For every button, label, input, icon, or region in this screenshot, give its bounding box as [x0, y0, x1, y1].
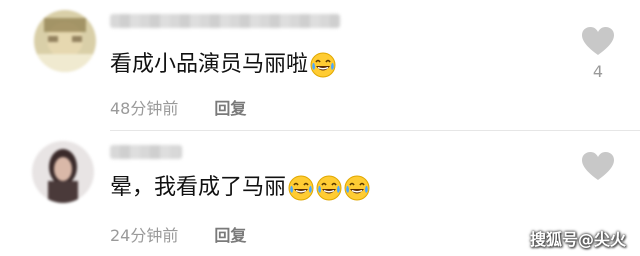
avatar[interactable]	[32, 141, 94, 203]
comment-body: 晕，我看成了马丽	[110, 175, 287, 200]
heart-icon	[582, 27, 614, 55]
reply-button[interactable]: 回复	[214, 95, 246, 119]
comment-text: 看成小品演员马丽啦	[110, 51, 336, 79]
comment-thread: 看成小品演员马丽啦 48分钟前 回复 4 晕，我看成了马丽 24分钟前 回复 搜…	[0, 0, 640, 256]
comment-item: 看成小品演员马丽啦 48分钟前 回复 4	[0, 0, 640, 131]
comment-time: 24分钟前	[110, 226, 179, 245]
like-button[interactable]	[578, 151, 618, 181]
avatar[interactable]	[34, 10, 96, 72]
comment-meta: 48分钟前 回复	[110, 95, 246, 119]
reply-button[interactable]: 回复	[214, 222, 246, 246]
username-blurred[interactable]	[110, 14, 340, 28]
comment-time: 48分钟前	[110, 99, 179, 118]
heart-icon	[582, 152, 614, 180]
laughing-tears-emoji-icon	[310, 52, 336, 78]
laughing-tears-emoji-icon	[316, 175, 342, 201]
laughing-tears-emoji-icon	[288, 175, 314, 201]
comment-body: 看成小品演员马丽啦	[110, 52, 309, 77]
username-blurred[interactable]	[110, 145, 182, 159]
comment-meta: 24分钟前 回复	[110, 222, 246, 246]
watermark: 搜狐号@尖火	[529, 230, 626, 249]
laughing-tears-emoji-icon	[344, 175, 370, 201]
comment-text: 晕，我看成了马丽	[110, 174, 370, 202]
like-button[interactable]: 4	[578, 26, 618, 81]
like-count: 4	[592, 62, 604, 81]
